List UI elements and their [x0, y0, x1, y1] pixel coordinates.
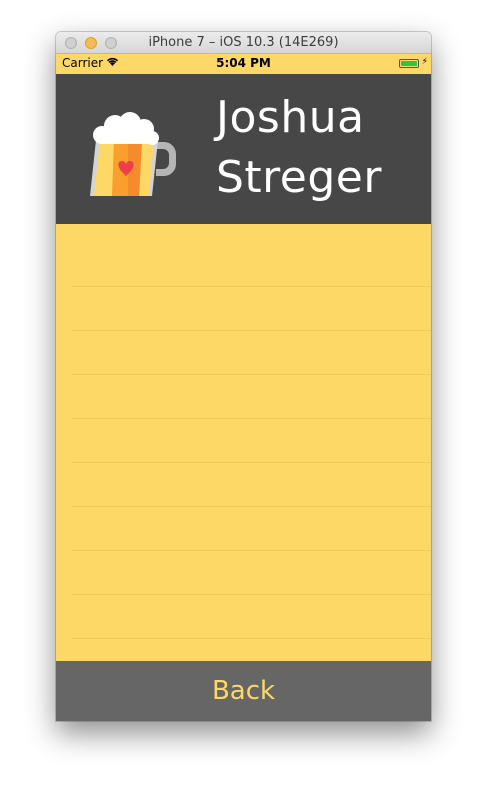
list-row-separator [72, 374, 431, 375]
charging-bolt-icon: ⚡ [421, 57, 428, 67]
status-time: 5:04 PM [216, 56, 271, 70]
list-row-separator [72, 418, 431, 419]
window-title: iPhone 7 – iOS 10.3 (14E269) [148, 35, 339, 50]
window-titlebar: iPhone 7 – iOS 10.3 (14E269) [56, 32, 431, 54]
list-row-separator [72, 594, 431, 595]
back-button[interactable]: Back [56, 661, 431, 721]
back-button-label: Back [211, 676, 276, 706]
list-row-separator [72, 506, 431, 507]
list-row-separator [72, 330, 431, 331]
last-name: Streger [216, 152, 382, 203]
list-row-separator [72, 638, 431, 639]
first-name: Joshua [216, 92, 365, 143]
simulator-window: iPhone 7 – iOS 10.3 (14E269) Carrier 5:0… [56, 32, 431, 721]
list-row-separator [72, 286, 431, 287]
status-bar: Carrier 5:04 PM ⚡ [56, 54, 431, 74]
battery-icon [399, 59, 419, 68]
profile-header: Joshua Streger [56, 74, 431, 224]
profile-name: Joshua Streger [216, 88, 382, 208]
beer-mug-heart-icon [84, 102, 188, 202]
beer-list[interactable] [56, 224, 431, 661]
list-row-separator [72, 550, 431, 551]
list-row-separator [72, 462, 431, 463]
